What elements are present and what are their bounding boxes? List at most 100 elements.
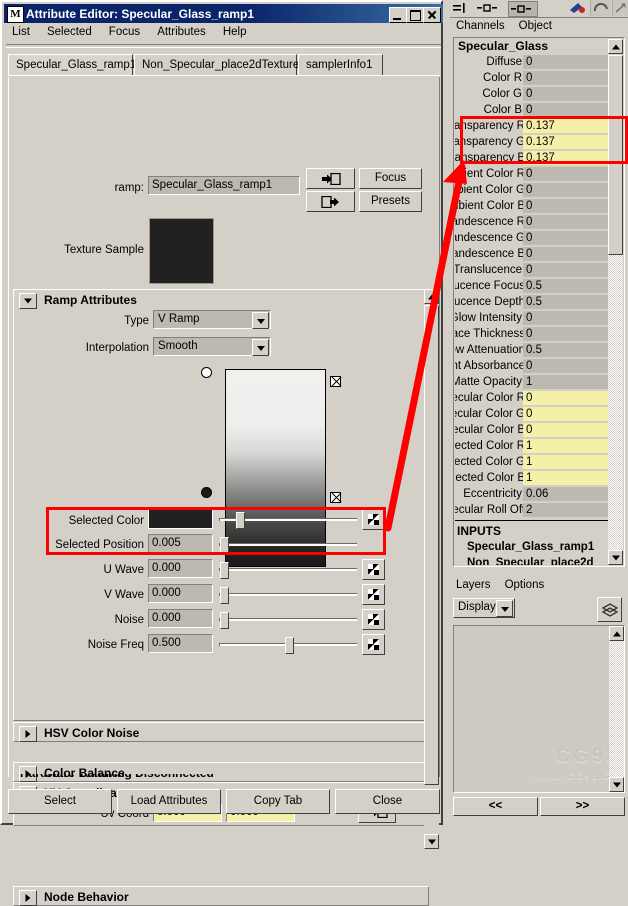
select-button[interactable]: Select <box>8 789 112 814</box>
noise-freq-map-button[interactable] <box>362 634 385 655</box>
ramp-gradient-widget[interactable] <box>225 369 326 567</box>
channel-value[interactable]: 0 <box>523 167 608 182</box>
scroll-track[interactable] <box>609 641 624 777</box>
layers-scrollbar[interactable] <box>609 626 624 792</box>
channel-value[interactable]: 0 <box>523 199 608 214</box>
selected-color-slider-thumb[interactable] <box>236 512 245 529</box>
channel-value[interactable]: 0 <box>523 55 608 70</box>
scroll-up-icon[interactable] <box>609 626 624 641</box>
channel-value[interactable]: 1 <box>523 375 608 390</box>
undo-icon[interactable] <box>590 0 611 16</box>
menu-help[interactable]: Help <box>216 25 254 38</box>
layer-display-select[interactable]: Display <box>453 598 515 618</box>
scroll-down-icon[interactable] <box>609 777 624 792</box>
channel-value[interactable]: 1 <box>523 455 608 470</box>
channel-value[interactable]: 0 <box>523 87 608 102</box>
channel-value[interactable]: 0 <box>523 407 608 422</box>
v-wave-slider-thumb[interactable] <box>220 587 229 604</box>
channel-value[interactable]: 0.137 <box>523 119 608 134</box>
input-node-1[interactable]: Non_Specular_place2d <box>455 555 610 565</box>
layers-next-button[interactable]: >> <box>540 797 625 816</box>
channel-value[interactable]: 0 <box>523 423 608 438</box>
channel-value[interactable]: 0 <box>523 103 608 118</box>
layers-list[interactable]: CG98 WWW.CG98.CN <box>453 625 625 793</box>
upper-ramp-marker[interactable] <box>201 367 212 378</box>
selected-position-slider-track[interactable] <box>219 543 357 546</box>
channel-value[interactable]: 1 <box>523 439 608 454</box>
channel-value[interactable]: 0 <box>523 71 608 86</box>
channel-value[interactable]: 0 <box>523 311 608 326</box>
channel-box-icon[interactable] <box>476 2 504 14</box>
menu-layers[interactable]: Layers <box>452 578 498 591</box>
minimize-button[interactable] <box>389 7 407 23</box>
presets-button[interactable]: Presets <box>359 191 422 212</box>
type-select[interactable]: V Ramp <box>153 310 271 329</box>
input-connection-button[interactable] <box>306 168 355 189</box>
channel-value[interactable]: 0.137 <box>523 135 608 150</box>
new-layer-button[interactable] <box>597 597 622 622</box>
chevron-right-icon[interactable] <box>19 890 37 906</box>
ramp-attributes-header[interactable]: Ramp Attributes <box>14 290 428 310</box>
layer-editor-icon[interactable] <box>508 1 538 17</box>
menu-selected[interactable]: Selected <box>40 25 99 38</box>
scroll-down-icon[interactable] <box>424 834 439 849</box>
ramp-name-input[interactable]: Specular_Glass_ramp1 <box>148 176 300 195</box>
maximize-button[interactable] <box>406 7 424 23</box>
noise-freq-input[interactable]: 0.500 <box>148 634 213 653</box>
channel-value[interactable]: 0 <box>523 263 608 278</box>
menu-attributes[interactable]: Attributes <box>150 25 213 38</box>
u-wave-slider-thumb[interactable] <box>220 562 229 579</box>
copy-tab-button[interactable]: Copy Tab <box>226 789 330 814</box>
selected-position-input[interactable]: 0.005 <box>148 534 213 553</box>
channel-value[interactable]: 0.5 <box>523 279 608 294</box>
arrow-icon[interactable] <box>612 0 628 16</box>
u-wave-map-button[interactable] <box>362 559 385 580</box>
chevron-right-icon[interactable] <box>19 726 37 742</box>
focus-button[interactable]: Focus <box>359 168 422 189</box>
close-button-bottom[interactable]: Close <box>335 789 440 814</box>
chevron-down-icon[interactable] <box>252 312 269 329</box>
u-wave-slider-track[interactable] <box>219 568 357 571</box>
upper-ramp-delete-icon[interactable] <box>330 376 341 387</box>
scroll-down-icon[interactable] <box>608 550 623 565</box>
tab-non-specular-place2dtexture1[interactable]: Non_Specular_place2dTexture1 <box>134 54 297 75</box>
noise-slider-track[interactable] <box>219 618 357 621</box>
channel-value[interactable]: 0 <box>523 359 608 374</box>
interpolation-select[interactable]: Smooth <box>153 337 271 356</box>
scroll-thumb[interactable] <box>608 55 623 255</box>
close-button[interactable] <box>423 7 441 23</box>
node-behavior-frame[interactable]: Node Behavior <box>13 886 429 906</box>
noise-input[interactable]: 0.000 <box>148 609 213 628</box>
hsv-color-noise-frame[interactable]: HSV Color Noise <box>13 722 429 742</box>
layers-prev-button[interactable]: << <box>453 797 538 816</box>
channel-value[interactable]: 0 <box>523 391 608 406</box>
channel-value[interactable]: 0.137 <box>523 151 608 166</box>
channel-value[interactable]: 0 <box>523 183 608 198</box>
body-scrollbar[interactable] <box>424 289 439 849</box>
load-attributes-button[interactable]: Load Attributes <box>117 789 221 814</box>
noise-slider-thumb[interactable] <box>220 612 229 629</box>
lower-ramp-delete-icon[interactable] <box>330 492 341 503</box>
channel-value[interactable]: 0.06 <box>523 487 608 502</box>
chevron-down-icon[interactable] <box>19 293 37 309</box>
menu-object[interactable]: Object <box>515 19 559 32</box>
menu-channels[interactable]: Channels <box>452 19 512 32</box>
selected-position-slider-thumb[interactable] <box>220 537 229 554</box>
noise-freq-slider-thumb[interactable] <box>285 637 294 654</box>
channel-value[interactable]: 0 <box>523 327 608 342</box>
v-wave-input[interactable]: 0.000 <box>148 584 213 603</box>
lower-ramp-marker[interactable] <box>201 487 212 498</box>
v-wave-map-button[interactable] <box>362 584 385 605</box>
channel-value[interactable]: 0 <box>523 247 608 262</box>
channel-value[interactable]: 0 <box>523 215 608 230</box>
texture-sample-swatch[interactable] <box>149 218 214 284</box>
scroll-thumb[interactable] <box>424 305 439 785</box>
tab-specular-glass-ramp1[interactable]: Specular_Glass_ramp1 <box>8 54 133 75</box>
color-picker-icon[interactable] <box>567 1 587 15</box>
chevron-down-icon[interactable] <box>252 339 269 356</box>
channel-value[interactable]: 2 <box>523 503 608 518</box>
selected-color-swatch[interactable] <box>148 509 213 529</box>
attribute-list-icon[interactable] <box>452 2 474 14</box>
input-node-0[interactable]: Specular_Glass_ramp1 <box>455 539 610 555</box>
output-connection-button[interactable] <box>306 191 355 212</box>
